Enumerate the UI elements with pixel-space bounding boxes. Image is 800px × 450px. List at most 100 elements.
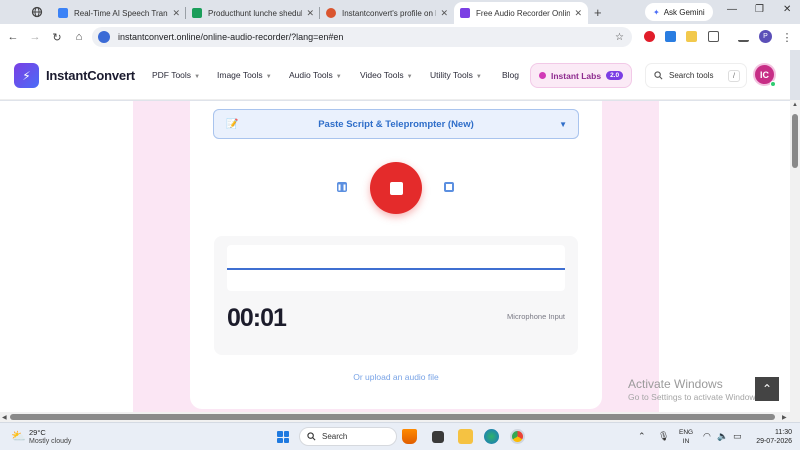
minimize-icon[interactable]: — — [727, 4, 737, 15]
nav-audio-tools[interactable]: Audio Tools ▼ — [289, 70, 342, 80]
ask-gemini-button[interactable]: ✦ Ask Gemini — [645, 3, 713, 21]
tab-label: Real-Time AI Speech Translator — [74, 8, 168, 18]
url-text: instantconvert.online/online-audio-recor… — [118, 32, 344, 42]
close-icon[interactable]: ✕ — [172, 8, 180, 19]
nav-utility-tools[interactable]: Utility Tools ▼ — [430, 70, 482, 80]
online-status-dot — [770, 81, 776, 87]
language-indicator[interactable]: ENG IN — [679, 428, 693, 446]
chevron-down-icon: ▼ — [559, 119, 567, 129]
volume-icon[interactable]: 🔈 — [717, 431, 728, 442]
labs-version-badge: 2.0 — [606, 71, 624, 80]
weather-cloud-icon[interactable]: ⛅ — [11, 429, 26, 443]
wifi-icon[interactable]: ◠ — [703, 431, 711, 442]
taskbar-clock[interactable]: 11:30 29-07-2026 — [752, 428, 792, 446]
downloads-icon[interactable] — [738, 31, 749, 42]
site-info-icon[interactable] — [98, 31, 110, 43]
vertical-scroll-thumb[interactable] — [792, 114, 798, 168]
vlc-app-icon[interactable] — [402, 429, 417, 444]
teleprompter-dropdown[interactable]: 📝 Paste Script & Teleprompter (New) ▼ — [213, 109, 579, 139]
weather-temperature[interactable]: 29°C — [29, 428, 46, 437]
browser-toolbar: ← → ↻ ⌂ instantconvert.online/online-aud… — [0, 24, 800, 50]
bookmark-star-icon[interactable]: ☆ — [615, 32, 624, 43]
browser-tab-2[interactable]: Producthunt lunche shedule - ✕ — [186, 2, 320, 24]
nav-blog[interactable]: Blog — [502, 70, 519, 80]
instant-labs-button[interactable]: Instant Labs 2.0 — [530, 63, 632, 88]
browser-tab-active[interactable]: Free Audio Recorder Online ✕ — [454, 2, 588, 24]
reload-icon[interactable]: ↻ — [46, 31, 68, 44]
tab-favicon-icon — [192, 8, 202, 18]
new-tab-button[interactable]: + — [594, 5, 602, 20]
address-bar[interactable]: instantconvert.online/online-audio-recor… — [92, 27, 632, 47]
horizontal-scroll-thumb[interactable] — [10, 414, 775, 420]
nav-image-tools[interactable]: Image Tools ▼ — [217, 70, 272, 80]
browser-profile-icon[interactable]: P — [759, 30, 772, 43]
tab-label: Instantconvert's profile on Pr — [342, 8, 437, 18]
opera-extension-icon[interactable] — [644, 31, 655, 42]
vertical-scrollbar[interactable]: ▲ — [790, 100, 800, 412]
tab-favicon-icon — [58, 8, 68, 18]
labs-label: Instant Labs — [551, 70, 602, 81]
tab-search-icon[interactable] — [28, 3, 46, 21]
site-header: ⚡ InstantConvert PDF Tools ▼ Image Tools ▼… — [0, 50, 790, 100]
extension-icon[interactable] — [686, 31, 697, 42]
pause-button[interactable]: ❚❚ — [337, 182, 347, 192]
taskbar-search-label: Search — [322, 432, 348, 441]
search-tools-input[interactable]: Search tools / — [645, 63, 747, 88]
logo-bolt-icon[interactable]: ⚡ — [14, 63, 39, 88]
edge-browser-icon[interactable] — [484, 429, 499, 444]
scroll-left-arrow-icon[interactable]: ◀ — [2, 414, 7, 421]
browser-tab-1[interactable]: Real-Time AI Speech Translator ✕ — [52, 2, 186, 24]
chevron-down-icon: ▼ — [265, 74, 272, 80]
close-icon[interactable]: ✕ — [574, 8, 582, 19]
upload-audio-link[interactable]: Or upload an audio file — [190, 372, 602, 382]
tab-label: Free Audio Recorder Online — [476, 8, 571, 18]
window-close-icon[interactable]: ✕ — [783, 4, 791, 15]
nav-label: PDF Tools — [152, 70, 192, 80]
stop-button[interactable] — [444, 182, 454, 192]
teleprompter-label: Paste Script & Teleprompter (New) — [318, 118, 474, 130]
restore-icon[interactable]: ❐ — [755, 4, 764, 15]
puzzle-extensions-icon[interactable] — [708, 31, 719, 42]
browser-tab-3[interactable]: Instantconvert's profile on Pr ✕ — [320, 2, 454, 24]
forward-icon[interactable]: → — [24, 31, 46, 43]
tab-favicon-icon — [460, 8, 470, 18]
logo-text[interactable]: InstantConvert — [46, 68, 135, 83]
scroll-right-arrow-icon[interactable]: ▶ — [782, 414, 787, 421]
close-icon[interactable]: ✕ — [306, 8, 314, 19]
tray-overflow-chevron-icon[interactable]: ⌃ — [638, 431, 646, 442]
nav-label: Video Tools — [360, 70, 404, 80]
gemini-sparkle-icon: ✦ — [653, 7, 660, 17]
labs-dot-icon — [539, 72, 546, 79]
scroll-to-top-button[interactable]: ⌃ — [755, 377, 779, 401]
chevron-up-icon: ⌃ — [761, 382, 773, 396]
weather-description[interactable]: Mostly cloudy — [29, 438, 71, 445]
scroll-up-arrow-icon[interactable]: ▲ — [792, 102, 798, 108]
clock-date: 29-07-2026 — [756, 438, 792, 445]
task-view-icon[interactable] — [432, 431, 444, 443]
chrome-browser-icon[interactable] — [510, 429, 525, 444]
chevron-down-icon: ▼ — [406, 74, 413, 80]
nav-label: Audio Tools — [289, 70, 333, 80]
gemini-label: Ask Gemini — [663, 7, 705, 17]
activate-windows-title: Activate Windows — [628, 377, 723, 391]
back-icon[interactable]: ← — [2, 31, 24, 43]
tab-favicon-icon — [326, 8, 336, 18]
microphone-tray-icon[interactable]: 🎙 — [658, 431, 669, 442]
horizontal-scrollbar[interactable]: ◀ ▶ — [0, 412, 800, 422]
battery-icon[interactable]: ▭ — [733, 431, 742, 442]
download-extension-icon[interactable] — [665, 31, 676, 42]
nav-pdf-tools[interactable]: PDF Tools ▼ — [152, 70, 200, 80]
microphone-input-label: Microphone Input — [507, 312, 565, 321]
record-button[interactable] — [370, 162, 422, 214]
taskbar-search-box[interactable]: Search — [299, 427, 397, 446]
home-icon[interactable]: ⌂ — [68, 31, 90, 43]
file-explorer-icon[interactable] — [458, 429, 473, 444]
close-icon[interactable]: ✕ — [440, 8, 448, 19]
nav-video-tools[interactable]: Video Tools ▼ — [360, 70, 413, 80]
tab-label: Producthunt lunche shedule - — [208, 8, 303, 18]
recorder-card: 📝 Paste Script & Teleprompter (New) ▼ ❚❚… — [190, 101, 602, 409]
chevron-down-icon: ▼ — [194, 74, 201, 80]
more-menu-icon[interactable]: ⋮ — [776, 31, 798, 44]
windows-taskbar: ⛅ 29°C Mostly cloudy Search ⌃ 🎙 ENG IN ◠… — [0, 422, 800, 450]
windows-start-icon[interactable] — [277, 431, 289, 443]
